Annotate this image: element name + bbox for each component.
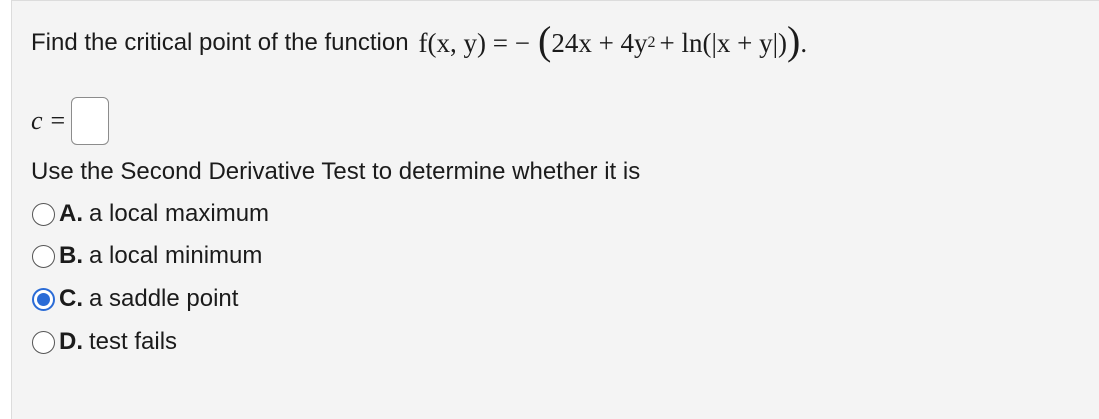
instruction-text: Use the Second Derivative Test to determ… — [31, 158, 641, 185]
option-a-letter: A. — [59, 200, 83, 227]
option-a[interactable]: A. a local maximum — [32, 200, 269, 228]
radio-option-c[interactable] — [32, 287, 55, 311]
answer-equals: = — [50, 106, 66, 135]
function-open-paren: ( — [537, 18, 552, 63]
option-c-letter: C. — [59, 285, 83, 312]
answer-label: c — [31, 106, 43, 135]
question-prompt: Find the critical point of the function — [31, 29, 409, 56]
critical-point-input[interactable] — [71, 97, 110, 145]
option-d[interactable]: D. test fails — [32, 328, 177, 356]
option-c[interactable]: C. a saddle point — [32, 285, 238, 313]
option-d-label: test fails — [89, 328, 178, 355]
function-formula: f(x, y) = − ( 24x + 4y 2 + ln(|x + y|) ) … — [413, 18, 808, 63]
option-c-label: a saddle point — [89, 285, 239, 312]
function-lhs: f(x, y) = − — [418, 27, 530, 58]
option-b-label: a local minimum — [89, 242, 263, 269]
answer-row: c = — [31, 97, 110, 145]
radio-option-a[interactable] — [32, 202, 55, 226]
option-b[interactable]: B. a local minimum — [32, 242, 262, 270]
function-period: . — [800, 27, 808, 58]
function-body: 24x + 4y — [551, 27, 648, 58]
question-statement: Find the critical point of the function … — [31, 18, 808, 63]
option-a-label: a local maximum — [89, 200, 270, 227]
function-close-paren: ) — [787, 18, 801, 63]
radio-option-d[interactable] — [32, 330, 55, 354]
question-panel: Find the critical point of the function … — [11, 0, 1099, 419]
option-d-letter: D. — [59, 328, 83, 355]
radio-option-b[interactable] — [32, 244, 55, 268]
function-tail: + ln(|x + y|) — [659, 27, 788, 58]
function-exponent: 2 — [647, 34, 656, 51]
option-b-letter: B. — [59, 242, 83, 269]
